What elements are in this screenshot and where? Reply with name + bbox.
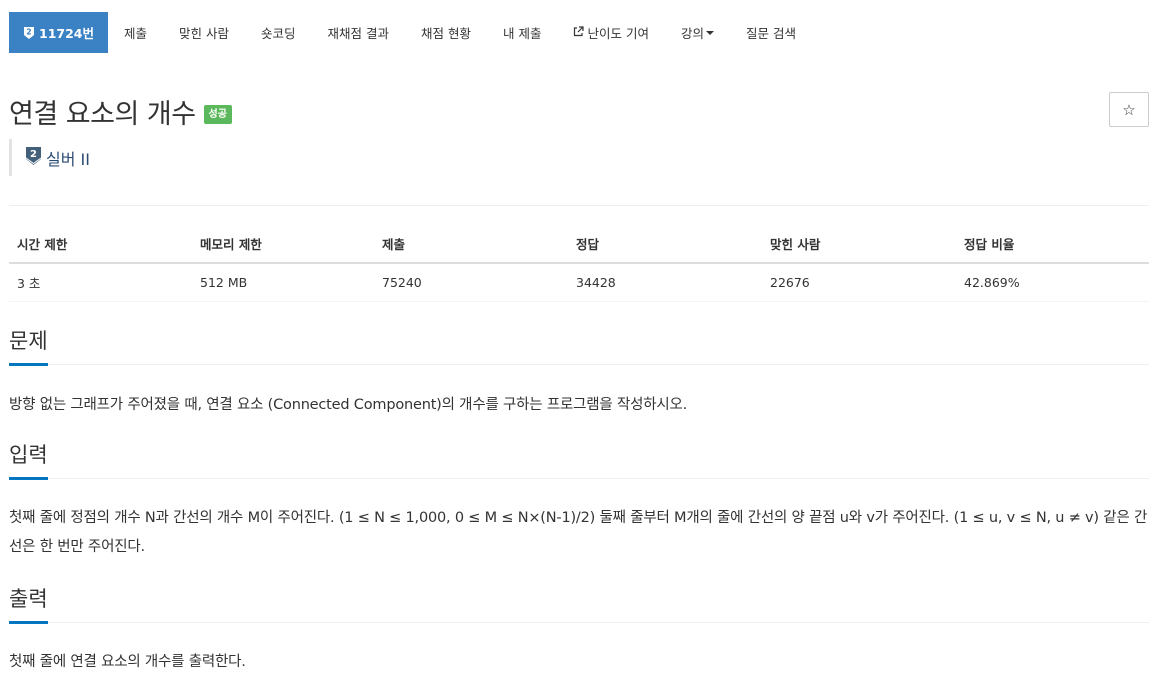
nav-judge-status-label: 채점 현황 <box>421 26 471 41</box>
accepted-value: 34428 <box>568 263 762 302</box>
tier-label: 실버 II <box>46 149 90 169</box>
nav-question-search-label: 질문 검색 <box>745 26 796 41</box>
star-icon: ☆ <box>1122 100 1136 119</box>
nav-solved-users[interactable]: 맞힌 사람 <box>163 12 245 53</box>
svg-text:2: 2 <box>26 27 31 36</box>
memory-limit-value: 512 MB <box>192 263 374 302</box>
section-title-input: 입력 <box>9 441 48 480</box>
header-memory-limit: 메모리 제한 <box>192 225 374 264</box>
problem-description-section: 문제 방향 없는 그래프가 주어졌을 때, 연결 요소 (Connected C… <box>9 325 1149 420</box>
nav-judge-status[interactable]: 채점 현황 <box>405 12 487 53</box>
nav-my-submissions-label: 내 제출 <box>502 26 542 41</box>
silver-tier-badge-icon: 2 <box>25 146 42 170</box>
divider <box>9 205 1149 206</box>
section-title-output: 출력 <box>9 585 48 624</box>
nav-short-coding-label: 숏코딩 <box>261 26 296 41</box>
external-link-icon <box>573 25 585 40</box>
result-badge: 성공 <box>203 105 232 124</box>
problem-menu: 2 11724번 제출 맞힌 사람 숏코딩 재채점 결과 채점 현황 내 제출 … <box>9 12 812 53</box>
accept-ratio-value: 42.869% <box>956 263 1149 302</box>
solved-users-value: 22676 <box>762 263 956 302</box>
nav-problem-number[interactable]: 2 11724번 <box>9 12 108 53</box>
header-accepted: 정답 <box>568 225 762 264</box>
caret-down-icon <box>705 31 714 35</box>
nav-difficulty-contribution[interactable]: 난이도 기여 <box>557 12 664 53</box>
nav-my-submissions[interactable]: 내 제출 <box>487 12 557 53</box>
problem-info-table: 시간 제한 메모리 제한 제출 정답 맞힌 사람 정답 비율 3 초 512 M… <box>9 225 1149 302</box>
submissions-value: 75240 <box>374 263 568 302</box>
nav-question-search[interactable]: 질문 검색 <box>730 12 812 53</box>
input-text: 첫째 줄에 정점의 개수 N과 간선의 개수 M이 주어진다. (1 ≤ N ≤… <box>9 510 1148 555</box>
nav-submit-label: 제출 <box>124 26 148 41</box>
header-time-limit: 시간 제한 <box>9 225 192 264</box>
header-accept-ratio: 정답 비율 <box>956 225 1149 264</box>
section-title-description: 문제 <box>9 327 48 366</box>
table-header-row: 시간 제한 메모리 제한 제출 정답 맞힌 사람 정답 비율 <box>9 225 1149 264</box>
table-row: 3 초 512 MB 75240 34428 22676 42.869% <box>9 263 1149 302</box>
problem-title-row: 연결 요소의 개수 성공 <box>9 92 232 131</box>
header-submissions: 제출 <box>374 225 568 264</box>
nav-solved-users-label: 맞힌 사람 <box>179 26 229 41</box>
nav-submit[interactable]: 제출 <box>108 12 163 53</box>
header-solved-users: 맞힌 사람 <box>762 225 956 264</box>
problem-tier: 2 실버 II <box>9 139 90 176</box>
nav-rejudge-results[interactable]: 재채점 결과 <box>312 12 405 53</box>
svg-text:2: 2 <box>30 149 37 160</box>
nav-short-coding[interactable]: 숏코딩 <box>245 12 312 53</box>
problem-title: 연결 요소의 개수 <box>9 99 196 130</box>
description-text: 방향 없는 그래프가 주어졌을 때, 연결 요소 (Connected Comp… <box>9 397 688 413</box>
nav-lectures-dropdown[interactable]: 강의 <box>665 12 730 53</box>
silver-tier-icon: 2 <box>23 26 35 40</box>
time-limit-value: 3 초 <box>9 263 192 302</box>
problem-output-section: 출력 첫째 줄에 연결 요소의 개수를 출력한다. <box>9 583 1149 677</box>
problem-input-section: 입력 첫째 줄에 정점의 개수 N과 간선의 개수 M이 주어진다. (1 ≤ … <box>9 439 1149 562</box>
favorite-star-button[interactable]: ☆ <box>1109 92 1149 127</box>
nav-problem-number-label: 11724번 <box>39 26 94 41</box>
nav-rejudge-results-label: 재채점 결과 <box>327 26 389 41</box>
nav-difficulty-contribution-label: 난이도 기여 <box>587 26 649 41</box>
output-text: 첫째 줄에 연결 요소의 개수를 출력한다. <box>9 654 246 670</box>
section-header: 출력 <box>9 583 1149 624</box>
nav-lectures-label: 강의 <box>680 26 704 41</box>
section-header: 문제 <box>9 325 1149 366</box>
section-header: 입력 <box>9 439 1149 480</box>
